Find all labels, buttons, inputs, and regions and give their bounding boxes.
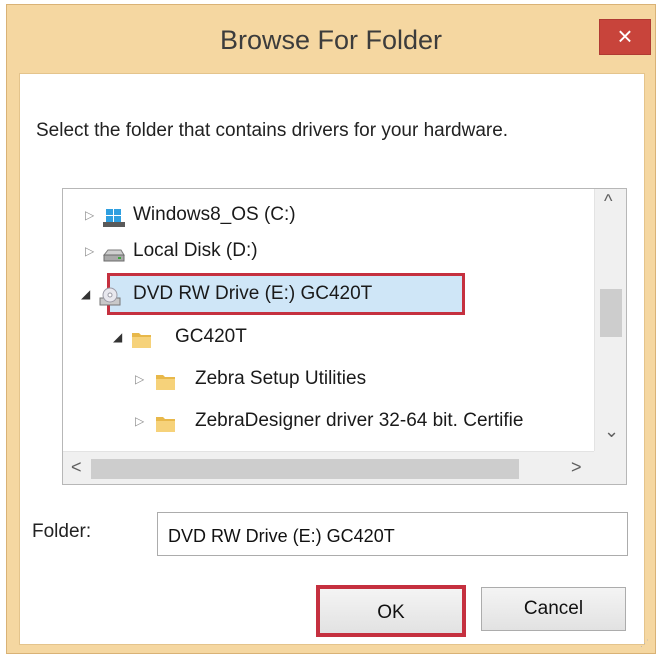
- scroll-left-icon[interactable]: <: [71, 457, 82, 478]
- dialog-title: Browse For Folder: [219, 25, 443, 55]
- scroll-right-icon[interactable]: >: [571, 457, 582, 478]
- expand-arrow-icon[interactable]: ▷: [135, 403, 144, 439]
- tree-item-label: DVD RW Drive (E:) GC420T: [133, 283, 373, 304]
- expand-arrow-icon[interactable]: ▷: [85, 233, 94, 269]
- folder-path-input[interactable]: [157, 512, 628, 556]
- scroll-down-icon[interactable]: ⌄: [604, 421, 619, 442]
- cancel-button[interactable]: Cancel: [481, 587, 626, 631]
- title-bar[interactable]: Browse For Folder ×: [7, 5, 655, 75]
- tree-item-label: Windows8_OS (C:): [133, 204, 296, 225]
- folder-tree[interactable]: ▷ Windows8_OS (C:) ▷ Local Disk (D:) ◢ D…: [62, 188, 627, 485]
- resize-grip-icon[interactable]: ⋰: [640, 639, 652, 652]
- close-icon: ×: [617, 21, 633, 51]
- tree-item-label: ZebraDesigner driver 32-64 bit. Certifie: [195, 410, 524, 431]
- folder-icon: [155, 369, 177, 390]
- hard-disk-icon: [102, 241, 125, 262]
- dvd-drive-icon: [99, 284, 121, 306]
- folder-field-label: Folder:: [32, 521, 92, 542]
- folder-icon: [155, 411, 177, 432]
- ok-button[interactable]: OK: [316, 585, 466, 637]
- scrollbar-corner: [594, 451, 626, 484]
- close-button[interactable]: ×: [599, 19, 651, 55]
- collapse-arrow-icon[interactable]: ◢: [81, 276, 90, 312]
- tree-item-label: Zebra Setup Utilities: [195, 368, 367, 389]
- tree-item-label: Local Disk (D:): [133, 240, 258, 261]
- tree-item-label: GC420T: [175, 326, 247, 347]
- collapse-arrow-icon[interactable]: ◢: [113, 319, 122, 355]
- os-drive-icon: [103, 205, 125, 227]
- vertical-scroll-thumb[interactable]: [600, 289, 622, 337]
- instruction-text: Select the folder that contains drivers …: [36, 120, 509, 141]
- vertical-scrollbar[interactable]: ^ ⌄: [594, 189, 626, 451]
- expand-arrow-icon[interactable]: ▷: [85, 197, 94, 233]
- scroll-up-icon[interactable]: ^: [604, 191, 612, 212]
- expand-arrow-icon[interactable]: ▷: [135, 361, 144, 397]
- horizontal-scroll-thumb[interactable]: [91, 459, 519, 479]
- horizontal-scrollbar[interactable]: < >: [63, 451, 594, 484]
- folder-icon: [131, 327, 153, 348]
